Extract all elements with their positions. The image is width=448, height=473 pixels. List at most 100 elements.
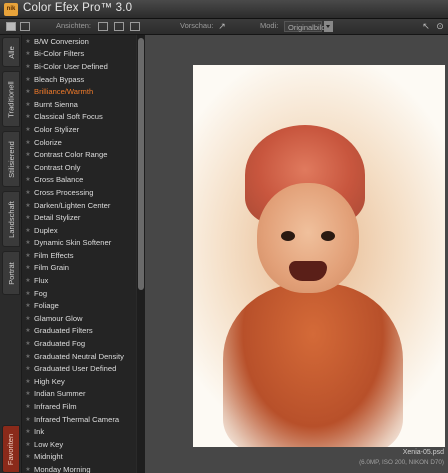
filter-item[interactable]: ★ Brilliance/Warmth [22,85,136,98]
filter-item[interactable]: ★ Foliage [22,299,136,312]
mode-select[interactable]: Originalbild [284,21,326,32]
filter-item[interactable]: ★ Infrared Film [22,400,136,413]
favorite-star-icon[interactable]: ★ [22,327,34,334]
favorite-star-icon[interactable]: ★ [22,202,34,209]
filter-item[interactable]: ★ Indian Summer [22,388,136,401]
favorite-star-icon[interactable]: ★ [22,365,34,372]
tab-favoriten[interactable]: Favoriten [2,425,20,473]
favorite-star-icon[interactable]: ★ [22,302,34,309]
favorite-star-icon[interactable]: ★ [22,139,34,146]
filter-item[interactable]: ★ Midnight [22,451,136,464]
favorite-star-icon[interactable]: ★ [22,277,34,284]
favorite-star-icon[interactable]: ★ [22,428,34,435]
filter-item[interactable]: ★ B/W Conversion [22,35,136,48]
filter-item[interactable]: ★ Dynamic Skin Softener [22,237,136,250]
image-filename: Xenia-05.psd [402,449,444,456]
favorite-star-icon[interactable]: ★ [22,290,34,297]
filter-item-label: Fog [34,288,48,298]
filter-item[interactable]: ★ Graduated Fog [22,337,136,350]
favorite-star-icon[interactable]: ★ [22,340,34,347]
favorite-star-icon[interactable]: ★ [22,403,34,410]
loupe-icon[interactable]: ⊙ [434,21,446,32]
filter-item[interactable]: ★ Glamour Glow [22,312,136,325]
favorite-star-icon[interactable]: ★ [22,189,34,196]
chevron-down-icon[interactable] [324,21,333,32]
favorite-star-icon[interactable]: ★ [22,264,34,271]
favorite-star-icon[interactable]: ★ [22,239,34,246]
filter-item[interactable]: ★ Duplex [22,224,136,237]
filter-item[interactable]: ★ Infrared Thermal Camera [22,413,136,426]
filter-item[interactable]: ★ Bi-Color Filters [22,48,136,61]
scrollbar-thumb[interactable] [138,38,144,290]
filter-item[interactable]: ★ Monday Morning [22,463,136,473]
filter-item[interactable]: ★ Contrast Only [22,161,136,174]
filter-item[interactable]: ★ Cross Balance [22,174,136,187]
favorite-star-icon[interactable]: ★ [22,390,34,397]
filter-list-scrollbar[interactable] [137,35,145,473]
filter-item[interactable]: ★ Color Stylizer [22,123,136,136]
filter-item[interactable]: ★ Bleach Bypass [22,73,136,86]
filter-item-label: Brilliance/Warmth [34,87,94,97]
filter-item[interactable]: ★ Cross Processing [22,186,136,199]
filter-item[interactable]: ★ Fog [22,287,136,300]
favorite-star-icon[interactable]: ★ [22,176,34,183]
favorite-star-icon[interactable]: ★ [22,50,34,57]
favorite-star-icon[interactable]: ★ [22,101,34,108]
filter-item[interactable]: ★ Graduated Neutral Density [22,350,136,363]
filter-item[interactable]: ★ Darken/Lighten Center [22,199,136,212]
list-view-icon[interactable] [6,22,16,31]
filter-item[interactable]: ★ Colorize [22,136,136,149]
favorite-star-icon[interactable]: ★ [22,113,34,120]
favorite-star-icon[interactable]: ★ [22,416,34,423]
favorite-star-icon[interactable]: ★ [22,88,34,95]
favorite-star-icon[interactable]: ★ [22,214,34,221]
filter-item[interactable]: ★ Detail Stylizer [22,211,136,224]
side-by-side-view-icon[interactable] [130,22,140,31]
filter-item-label: Graduated Fog [34,339,86,349]
filter-item-label: Film Grain [34,263,70,273]
filter-item[interactable]: ★ Flux [22,274,136,287]
filter-item[interactable]: ★ Ink [22,425,136,438]
favorite-star-icon[interactable]: ★ [22,164,34,171]
filter-item[interactable]: ★ Graduated Filters [22,325,136,338]
favorite-star-icon[interactable]: ★ [22,126,34,133]
filter-item[interactable]: ★ Low Key [22,438,136,451]
filter-item-label: Darken/Lighten Center [34,200,111,210]
filter-item[interactable]: ★ High Key [22,375,136,388]
favorite-star-icon[interactable]: ★ [22,353,34,360]
favorite-star-icon[interactable]: ★ [22,38,34,45]
filter-item[interactable]: ★ Bi-Color User Defined [22,60,136,73]
tab-traditionell[interactable]: Traditionell [2,71,20,127]
filter-item-label: Colorize [34,137,62,147]
filter-item-label: B/W Conversion [34,36,89,46]
filter-item-label: Bi-Color Filters [34,49,85,59]
favorite-star-icon[interactable]: ★ [22,453,34,460]
zoom-tool-icon[interactable]: ↖ [420,21,432,32]
favorite-star-icon[interactable]: ★ [22,466,34,473]
filter-item[interactable]: ★ Film Effects [22,249,136,262]
filter-item[interactable]: ★ Burnt Sienna [22,98,136,111]
preview-toggle-icon[interactable]: ↗ [216,21,228,32]
tab-portrait[interactable]: Porträt [2,251,20,295]
title-bar: nik Color Efex Pro™ 3.0 [0,0,448,19]
favorite-star-icon[interactable]: ★ [22,378,34,385]
favorite-star-icon[interactable]: ★ [22,76,34,83]
tab-alle[interactable]: Alle [2,37,20,67]
single-view-icon[interactable] [98,22,108,31]
filter-item[interactable]: ★ Contrast Color Range [22,148,136,161]
tab-landschaft[interactable]: Landschaft [2,191,20,247]
filter-item[interactable]: ★ Graduated User Defined [22,362,136,375]
favorite-star-icon[interactable]: ★ [22,315,34,322]
split-view-icon[interactable] [114,22,124,31]
favorite-star-icon[interactable]: ★ [22,151,34,158]
favorite-star-icon[interactable]: ★ [22,441,34,448]
filter-item[interactable]: ★ Film Grain [22,262,136,275]
app-logo: nik [4,3,18,16]
view-label: Ansichten: [56,21,92,30]
tab-stilisierend[interactable]: Stilisierend [2,131,20,187]
favorite-star-icon[interactable]: ★ [22,63,34,70]
filter-item[interactable]: ★ Classical Soft Focus [22,111,136,124]
favorite-star-icon[interactable]: ★ [22,252,34,259]
grid-view-icon[interactable] [20,22,30,31]
favorite-star-icon[interactable]: ★ [22,227,34,234]
